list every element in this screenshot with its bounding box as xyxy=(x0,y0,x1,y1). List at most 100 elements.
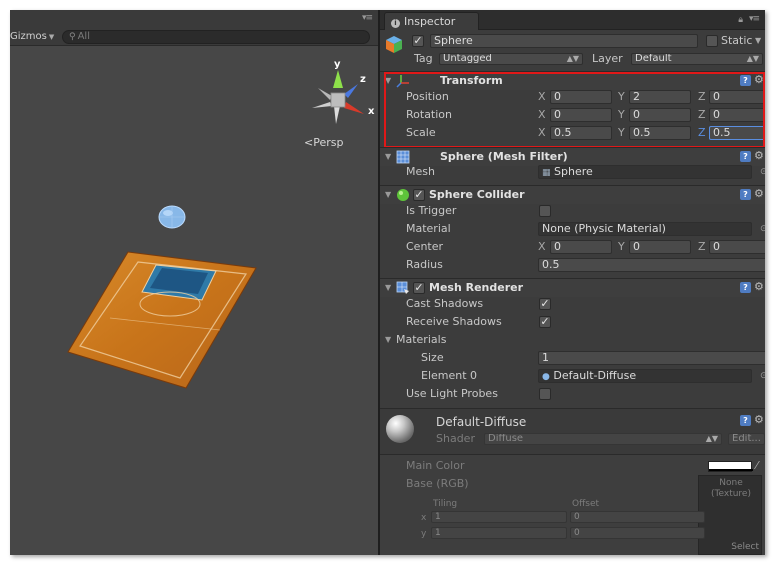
help-icon[interactable]: ? xyxy=(740,75,751,86)
center-z-field[interactable]: 0 xyxy=(709,240,765,254)
axis-x-label: x xyxy=(368,106,375,117)
help-icon[interactable]: ? xyxy=(740,189,751,200)
axis-z-label: Z xyxy=(698,126,706,139)
shader-dropdown[interactable]: Diffuse ▲▼ xyxy=(484,433,722,445)
center-x-field[interactable]: 0 xyxy=(550,240,612,254)
material-name: Default-Diffuse xyxy=(436,415,527,429)
offset-y-field[interactable]: 0 xyxy=(570,527,705,539)
object-picker-icon[interactable]: ⊙ xyxy=(760,369,765,383)
transform-header[interactable]: ▼ Transform ? ⚙ xyxy=(380,71,765,90)
active-checkbox[interactable]: ✓ xyxy=(412,35,424,47)
rotation-y-field[interactable]: 0 xyxy=(629,108,691,122)
rotation-x-field[interactable]: 0 xyxy=(550,108,612,122)
sphere-object[interactable] xyxy=(158,205,186,229)
mesh-renderer-icon xyxy=(396,281,409,294)
main-color-swatch[interactable] xyxy=(708,461,753,472)
axis-y-label: y xyxy=(334,59,341,70)
material-properties: Main Color ⁄ Base (RGB) None (Texture) S… xyxy=(380,454,765,555)
object-picker-icon[interactable]: ⊙ xyxy=(760,165,765,179)
gear-icon[interactable]: ⚙ xyxy=(754,150,764,162)
chevron-down-icon[interactable]: ▼ xyxy=(755,36,762,45)
sphere-collider-enabled-checkbox[interactable]: ✓ xyxy=(413,189,425,201)
eyedropper-icon[interactable]: ⁄ xyxy=(756,459,758,472)
scale-x-field[interactable]: 0.5 xyxy=(550,126,612,140)
scene-view[interactable]: ▾≡ Gizmos ▼ ⚲ All y z x <Persp xyxy=(10,10,378,555)
fold-arrow-icon[interactable]: ▼ xyxy=(385,188,391,202)
mesh-renderer-header[interactable]: ▼ ✓ Mesh Renderer ? ⚙ xyxy=(380,278,765,297)
object-picker-icon[interactable]: ⊙ xyxy=(760,222,765,236)
unity-editor-window: ▾≡ Gizmos ▼ ⚲ All y z x <Persp i Inspect… xyxy=(10,10,765,555)
object-name-field[interactable]: Sphere xyxy=(430,34,698,48)
scale-label: Scale xyxy=(406,126,436,139)
offset-x-field[interactable]: 0 xyxy=(570,511,705,523)
panel-menu-icon[interactable]: ▾≡ xyxy=(362,13,373,23)
position-y-field[interactable]: 2 xyxy=(629,90,691,104)
tiling-x-field[interactable]: 1 xyxy=(431,511,567,523)
info-icon: i xyxy=(391,19,400,28)
inspector-tab-bar: i Inspector 🔒︎ ▾≡ xyxy=(380,10,765,30)
tag-label: Tag xyxy=(414,52,433,65)
is-trigger-label: Is Trigger xyxy=(406,204,457,217)
static-checkbox[interactable] xyxy=(706,35,718,47)
scene-search-input[interactable]: ⚲ All xyxy=(62,30,370,44)
mesh-field[interactable]: ▦ Sphere xyxy=(538,165,752,179)
shader-label: Shader xyxy=(436,432,475,445)
chevron-down-icon: ▲▼ xyxy=(746,54,759,63)
layer-dropdown[interactable]: Default ▲▼ xyxy=(631,53,763,65)
scale-z-field[interactable]: 0.5 xyxy=(709,126,765,140)
radius-field[interactable]: 0.5 xyxy=(538,258,765,272)
cast-shadows-checkbox[interactable]: ✓ xyxy=(539,298,551,310)
static-label: Static xyxy=(721,34,753,47)
inspector-panel: i Inspector 🔒︎ ▾≡ ✓ Sphere Static ▼ Tag U… xyxy=(380,10,765,555)
collider-material-field[interactable]: None (Physic Material) xyxy=(538,222,752,236)
persp-toggle[interactable]: <Persp xyxy=(304,136,343,149)
tiling-label: Tiling xyxy=(433,499,458,509)
scene-toolbar: ▾≡ Gizmos ▼ ⚲ All xyxy=(10,10,378,46)
shader-edit-button[interactable]: Edit... xyxy=(728,433,765,445)
is-trigger-checkbox[interactable] xyxy=(539,205,551,217)
use-light-probes-checkbox[interactable] xyxy=(539,388,551,400)
materials-size-field[interactable]: 1 xyxy=(538,351,765,365)
tag-dropdown[interactable]: Untagged ▲▼ xyxy=(439,53,583,65)
scene-orientation-gizmo[interactable]: y z x xyxy=(300,58,376,128)
position-x-field[interactable]: 0 xyxy=(550,90,612,104)
gear-icon[interactable]: ⚙ xyxy=(754,74,764,86)
tiling-y-field[interactable]: 1 xyxy=(431,527,567,539)
axis-z-label: Z xyxy=(698,108,706,121)
gear-icon[interactable]: ⚙ xyxy=(754,281,764,293)
axis-x-label: X xyxy=(538,126,546,139)
sphere-collider-title: Sphere Collider xyxy=(429,188,525,201)
sphere-collider-header[interactable]: ▼ ✓ Sphere Collider ? ⚙ xyxy=(380,185,765,204)
fold-arrow-icon[interactable]: ▼ xyxy=(385,74,391,88)
gear-icon[interactable]: ⚙ xyxy=(754,188,764,200)
gizmos-dropdown[interactable]: Gizmos ▼ xyxy=(10,30,54,44)
help-icon[interactable]: ? xyxy=(740,282,751,293)
panel-menu-icon[interactable]: ▾≡ xyxy=(749,14,760,24)
transform-title: Transform xyxy=(440,74,503,87)
receive-shadows-checkbox[interactable]: ✓ xyxy=(539,316,551,328)
axis-y-label: Y xyxy=(618,240,625,253)
court-plane-object[interactable] xyxy=(66,240,266,390)
help-icon[interactable]: ? xyxy=(740,151,751,162)
mesh-asset-icon: ▦ xyxy=(542,168,551,178)
tab-inspector[interactable]: i Inspector xyxy=(384,12,479,30)
texture-select-button[interactable]: Select xyxy=(731,542,759,552)
element0-field[interactable]: ● Default-Diffuse xyxy=(538,369,752,383)
center-y-field[interactable]: 0 xyxy=(629,240,691,254)
fold-arrow-icon[interactable]: ▼ xyxy=(385,281,391,295)
center-label: Center xyxy=(406,240,444,253)
lock-icon[interactable]: 🔒︎ xyxy=(738,15,743,25)
fold-arrow-icon[interactable]: ▼ xyxy=(385,333,391,347)
mesh-filter-header[interactable]: ▼ Sphere (Mesh Filter) ? ⚙ xyxy=(380,147,765,166)
position-label: Position xyxy=(406,90,449,103)
tiling-x-axis-label: x xyxy=(421,513,427,523)
mesh-renderer-enabled-checkbox[interactable]: ✓ xyxy=(413,282,425,294)
fold-arrow-icon[interactable]: ▼ xyxy=(385,150,391,164)
help-icon[interactable]: ? xyxy=(740,415,751,426)
rotation-z-field[interactable]: 0 xyxy=(709,108,765,122)
radius-label: Radius xyxy=(406,258,443,271)
texture-slot[interactable]: None (Texture) Select xyxy=(698,475,762,555)
scale-y-field[interactable]: 0.5 xyxy=(629,126,691,140)
gear-icon[interactable]: ⚙ xyxy=(754,414,764,426)
position-z-field[interactable]: 0 xyxy=(709,90,765,104)
